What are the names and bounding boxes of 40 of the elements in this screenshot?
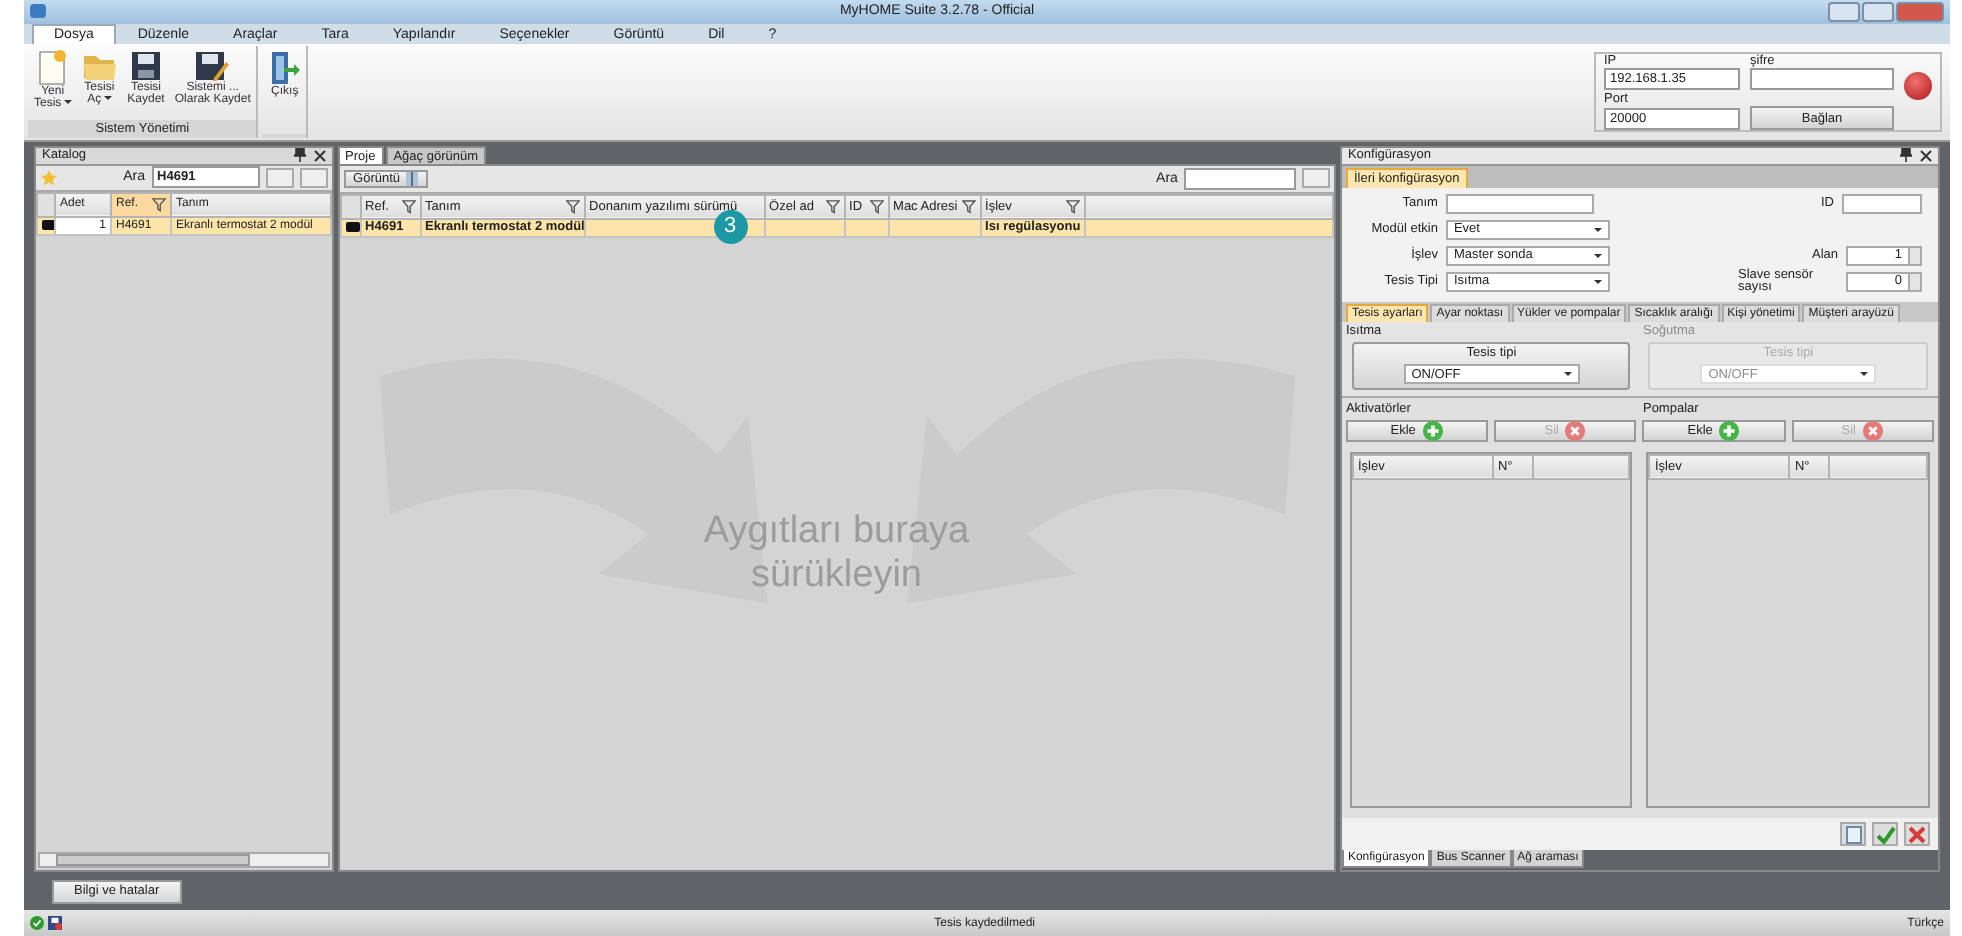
text-field[interactable] [1445, 193, 1594, 214]
cross-icon [1908, 825, 1926, 844]
device-icon [42, 220, 56, 231]
pin-icon[interactable] [293, 148, 306, 163]
minimize-button[interactable] [1828, 1, 1860, 22]
text-field[interactable] [1842, 193, 1922, 214]
filter-icon[interactable] [401, 199, 416, 214]
filter-icon[interactable] [961, 199, 976, 214]
new-document-icon [36, 49, 69, 86]
filter-icon[interactable] [565, 199, 580, 214]
filter-icon[interactable] [152, 197, 166, 212]
columns-icon [406, 171, 419, 186]
add-icon [1421, 419, 1444, 442]
search-field[interactable] [1183, 167, 1296, 190]
close-icon[interactable] [1920, 149, 1932, 162]
device-icon [345, 222, 360, 233]
exit-door-icon [268, 49, 301, 86]
check-icon [1875, 825, 1895, 844]
maximize-button[interactable] [1862, 1, 1894, 22]
apply-button[interactable] [1872, 822, 1898, 847]
filter-icon[interactable] [1065, 199, 1080, 214]
filter-icon[interactable] [825, 199, 840, 214]
filter-icon[interactable] [869, 199, 884, 214]
password-field[interactable] [1750, 68, 1894, 91]
document-icon [1845, 825, 1861, 844]
delete-icon [1862, 419, 1884, 442]
check-circle-icon [30, 916, 44, 930]
horizontal-scrollbar[interactable] [38, 852, 330, 869]
app-icon [30, 4, 46, 19]
add-icon [1718, 419, 1741, 442]
drop-hint: Aygıtları buraya sürükleyin [701, 510, 972, 598]
floppy-pen-icon [194, 49, 231, 82]
delete-icon [1564, 419, 1587, 442]
pin-icon[interactable] [1900, 148, 1912, 163]
eraser-button[interactable] [1301, 168, 1330, 189]
close-button[interactable] [1896, 1, 1944, 22]
close-icon[interactable] [313, 149, 326, 162]
cancel-button[interactable] [1904, 822, 1930, 847]
report-button[interactable] [1840, 822, 1866, 847]
star-icon[interactable] [40, 169, 58, 186]
